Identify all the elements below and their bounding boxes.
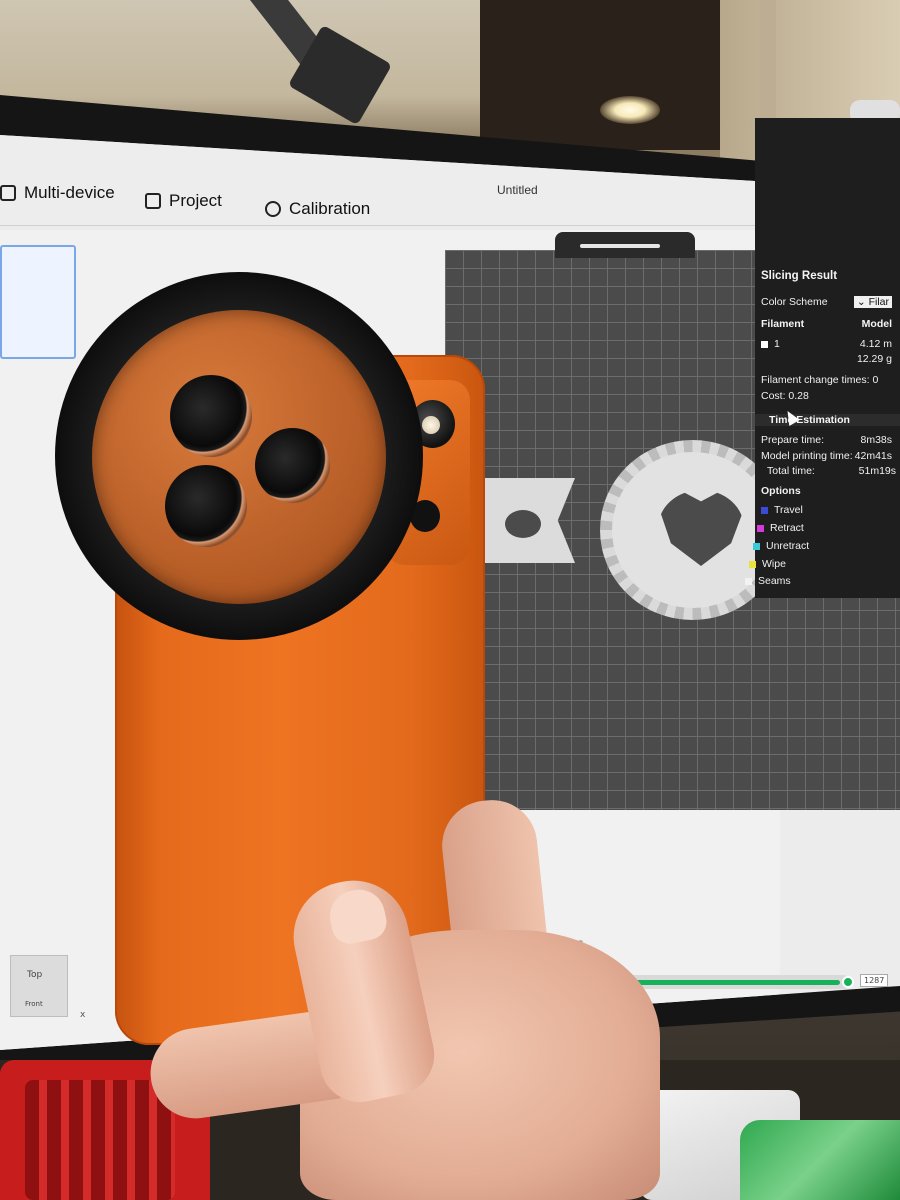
menu-calibration-label: Calibration (289, 199, 371, 218)
sliced-part-hole (505, 510, 541, 538)
slicing-result-panel-lower: Total time: 51m19s Options Travel Retrac… (745, 463, 900, 598)
ceiling-light (600, 96, 660, 124)
slicing-result-heading: Slicing Result (761, 270, 838, 282)
menu-calibration[interactable]: Calibration (265, 199, 370, 219)
filament-header: Filament (761, 318, 805, 330)
color-scheme-select[interactable]: ⌄ Filar (853, 296, 892, 308)
lens-filter-glass (92, 310, 386, 604)
reflected-camera-lens-bottom (165, 465, 247, 547)
view-cube[interactable]: Top Front (10, 955, 68, 1017)
total-time-value: 51m19s (858, 465, 896, 477)
model-time-label: Model printing time: (761, 450, 853, 462)
menu-project[interactable]: Project (145, 191, 222, 211)
filament-row: 1 4.12 m (761, 338, 896, 350)
color-scheme-row: Color Scheme ⌄ Filar (761, 296, 896, 308)
filament-header-row: Filament Model (761, 318, 896, 330)
menu-project-label: Project (169, 191, 222, 210)
view-cube-top: Top (27, 970, 43, 980)
window-title: Untitled (497, 183, 538, 197)
option-travel-label: Travel (774, 504, 803, 516)
reflected-camera-lens-right (255, 428, 330, 503)
wipe-swatch (749, 560, 756, 568)
option-unretract-label: Unretract (766, 540, 810, 552)
phone-flash (422, 416, 440, 434)
option-wipe-label: Wipe (762, 558, 786, 570)
model-header: Model (861, 318, 892, 330)
axis-x-label: x (80, 1010, 86, 1020)
unretract-swatch (753, 542, 760, 550)
menu-multi-device[interactable]: Multi-device (0, 183, 115, 203)
view-cube-front: Front (25, 1000, 43, 1008)
retract-swatch (757, 524, 764, 532)
time-estimation-heading: Time Estimation (755, 414, 900, 426)
filament-weight: 12.29 g (856, 353, 892, 365)
color-scheme-label: Color Scheme (761, 296, 828, 308)
reflected-camera-lens-top (170, 375, 252, 457)
seams-swatch (745, 577, 752, 585)
plate-thumbnail[interactable] (0, 245, 76, 359)
total-time-label: Total time: (767, 465, 815, 477)
option-wipe[interactable]: Wipe (749, 558, 786, 570)
color-scheme-value: Filar (868, 296, 889, 308)
model-time-row: Model printing time: 42m41s (761, 450, 896, 462)
chevron-down-icon: ⌄ (856, 296, 869, 308)
options-heading: Options (761, 485, 801, 497)
model-time-value: 42m41s (854, 450, 892, 462)
option-seams[interactable]: Seams (745, 575, 791, 587)
layer-slider-handle[interactable] (842, 976, 854, 988)
filament-color-swatch (761, 340, 768, 348)
green-bag (740, 1120, 900, 1200)
doorway (480, 0, 750, 150)
prepare-time-row: Prepare time: 8m38s (761, 434, 896, 446)
option-retract[interactable]: Retract (757, 522, 804, 534)
filament-change-times: Filament change times: 0 (761, 374, 879, 386)
menu-multi-device-label: Multi-device (24, 183, 115, 202)
red-tray-grid (25, 1080, 175, 1200)
calibration-icon (265, 201, 281, 217)
travel-swatch (761, 506, 768, 514)
monitor-icon (0, 185, 16, 201)
slicing-result-panel: Slicing Result Color Scheme ⌄ Filar Fila… (755, 118, 900, 463)
project-icon (145, 193, 161, 209)
option-travel[interactable]: Travel (761, 504, 803, 516)
option-unretract[interactable]: Unretract (753, 540, 809, 552)
prepare-time-label: Prepare time: (761, 434, 825, 446)
prepare-time-value: 8m38s (860, 434, 892, 446)
option-seams-label: Seams (758, 575, 791, 587)
filament-length: 4.12 m (859, 338, 892, 350)
cost: Cost: 0.28 (761, 390, 809, 402)
filament-index: 1 (774, 338, 780, 350)
build-plate-handle-bar (580, 244, 660, 248)
layer-value: 1287 (860, 974, 889, 987)
option-retract-label: Retract (770, 522, 804, 534)
